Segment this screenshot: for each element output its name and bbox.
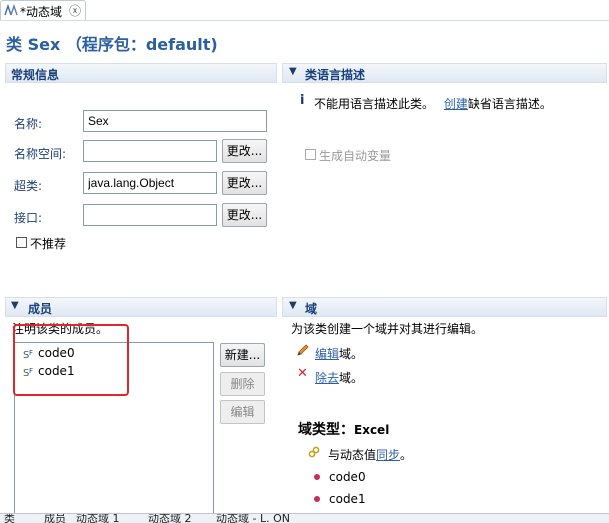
bottom-tab-members[interactable]: 成员 — [44, 514, 66, 523]
domain-type-label: 域类型： — [298, 422, 354, 438]
domain-section-header[interactable]: ▼ 域 — [282, 297, 607, 317]
interface-label: 接口: — [14, 211, 43, 225]
general-section-title: 常规信息 — [11, 68, 60, 82]
general-section-header[interactable]: 常规信息 — [5, 63, 277, 83]
members-section-title: 成员 — [28, 302, 53, 316]
sync-icon — [308, 446, 320, 458]
language-info: 不能用语言描述此类。 创建缺省语言描述。 — [314, 95, 552, 112]
bottom-tab-strip: 类 成员 动态域 1 动态域 2 动态域 - L. ON — [0, 513, 609, 523]
edit-domain-suffix: 域。 — [339, 347, 364, 361]
domain-type-value: Excel — [354, 423, 390, 437]
sync-link[interactable]: 同步 — [376, 448, 400, 462]
domain-section-title: 域 — [305, 302, 318, 316]
collapse-toggle-icon: ▼ — [289, 300, 297, 311]
name-label: 名称: — [14, 117, 43, 131]
auto-variable-checkbox[interactable] — [305, 149, 316, 160]
domain-value: code1 — [329, 492, 366, 506]
bottom-tab-domain-lon[interactable]: 动态域 - L. ON — [216, 514, 290, 523]
editor-tab-dynamic-domain[interactable]: *动态域 ⓧ — [0, 0, 86, 20]
editor-tab-bar — [0, 0, 609, 21]
edit-domain-row: 编辑域。 — [315, 345, 363, 362]
remove-domain-row: 除去域。 — [315, 369, 363, 386]
sync-prefix: 与动态值 — [328, 448, 377, 462]
interface-change-button[interactable]: 更改... — [222, 203, 267, 227]
remove-domain-link[interactable]: 除去 — [315, 371, 339, 385]
namespace-change-button[interactable]: 更改... — [222, 139, 267, 163]
remove-domain-suffix: 域。 — [339, 371, 364, 385]
superclass-label: 超类: — [14, 179, 43, 193]
superclass-change-button[interactable]: 更改... — [222, 171, 267, 195]
namespace-label: 名称空间: — [14, 147, 67, 161]
domain-value: code0 — [329, 470, 366, 484]
name-field[interactable] — [83, 110, 267, 132]
bottom-tab-domain-2[interactable]: 动态域 2 — [148, 514, 192, 523]
members-section-header[interactable]: ▼ 成员 — [5, 297, 277, 317]
class-editor-icon — [4, 4, 18, 16]
interface-field[interactable] — [83, 204, 217, 226]
edit-domain-link[interactable]: 编辑 — [315, 347, 339, 361]
sync-row: 与动态值同步。 — [328, 446, 412, 463]
pencil-icon — [297, 344, 309, 356]
highlight-annotation — [13, 324, 129, 396]
create-language-link[interactable]: 创建 — [444, 97, 468, 111]
info-icon: i — [300, 93, 305, 108]
value-bullet-icon — [314, 496, 320, 502]
domain-description: 为该类创建一个域并对其进行编辑。 — [291, 322, 484, 336]
value-bullet-icon — [314, 474, 320, 480]
page-title: 类 Sex （程序包：default) — [6, 35, 218, 54]
new-member-button[interactable]: 新建... — [220, 343, 265, 367]
auto-variable-label: 生成自动变量 — [319, 149, 392, 163]
sync-suffix: 。 — [400, 448, 413, 462]
collapse-toggle-icon: ▼ — [289, 66, 297, 77]
language-section-header[interactable]: ▼ 类语言描述 — [282, 63, 607, 83]
domain-type: 域类型：Excel — [298, 419, 389, 439]
superclass-field[interactable] — [83, 172, 217, 194]
delete-member-button[interactable]: 删除 — [220, 372, 265, 396]
language-section-title: 类语言描述 — [305, 68, 366, 82]
close-tab-icon[interactable]: ⓧ — [69, 2, 81, 19]
collapse-toggle-icon: ▼ — [11, 300, 19, 311]
namespace-field[interactable] — [83, 140, 217, 162]
bottom-tab-class[interactable]: 类 — [4, 514, 15, 523]
deprecated-label: 不推荐 — [30, 237, 67, 251]
bottom-tab-domain-1[interactable]: 动态域 1 — [76, 514, 120, 523]
language-info-suffix: 缺省语言描述。 — [467, 97, 552, 111]
edit-member-button[interactable]: 编辑 — [220, 400, 265, 424]
remove-icon: ✕ — [297, 366, 308, 381]
deprecated-checkbox[interactable] — [16, 237, 27, 248]
tab-title: *动态域 — [20, 5, 63, 19]
language-info-text: 不能用语言描述此类。 — [314, 97, 435, 111]
